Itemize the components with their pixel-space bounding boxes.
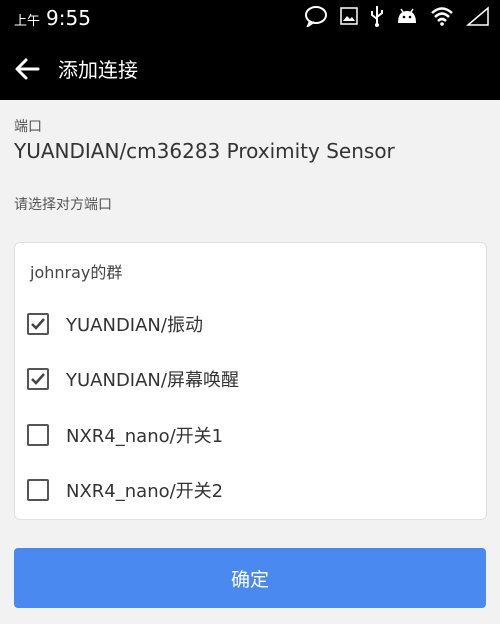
image-icon	[340, 7, 358, 25]
group-name: johnray的群	[30, 263, 123, 282]
status-ampm: 上午	[14, 14, 41, 29]
checkmark-icon	[31, 318, 45, 330]
toolbar: 添加连接	[0, 36, 500, 100]
wifi-icon	[431, 7, 453, 26]
checkbox[interactable]	[27, 368, 49, 390]
confirm-button[interactable]: 确定	[14, 548, 486, 608]
option-label: NXR4_nano/开关1	[66, 426, 224, 447]
select-port-prompt: 请选择对方端口	[14, 197, 112, 213]
option-row[interactable]: NXR4_nano/开关1	[27, 415, 467, 455]
status-bar: 上午 9:55	[0, 0, 500, 36]
option-label: YUANDIAN/屏幕唤醒	[66, 370, 239, 391]
status-time: 上午 9:55	[14, 6, 91, 30]
option-label: NXR4_nano/开关2	[66, 481, 224, 502]
usb-icon	[371, 6, 383, 27]
checkbox[interactable]	[27, 424, 49, 446]
checkbox[interactable]	[27, 479, 49, 501]
port-value: YUANDIAN/cm36283 Proximity Sensor	[14, 139, 395, 163]
status-icons	[304, 5, 490, 27]
chat-icon	[305, 6, 327, 27]
port-label: 端口	[14, 119, 42, 135]
option-label: YUANDIAN/振动	[66, 315, 203, 336]
checkbox[interactable]	[27, 313, 49, 335]
signal-icon	[466, 6, 489, 26]
option-row[interactable]: NXR4_nano/开关2	[27, 470, 467, 510]
option-row[interactable]: YUANDIAN/振动	[27, 304, 467, 344]
android-icon	[398, 8, 416, 23]
page-title: 添加连接	[58, 58, 138, 82]
checkmark-icon	[31, 373, 45, 385]
status-clock: 9:55	[46, 6, 91, 30]
option-row[interactable]: YUANDIAN/屏幕唤醒	[27, 359, 467, 399]
arrow-left-icon[interactable]	[14, 55, 42, 83]
port-option-card: johnray的群 YUANDIAN/振动 YUANDIAN/屏幕唤醒 NXR4…	[14, 242, 487, 520]
